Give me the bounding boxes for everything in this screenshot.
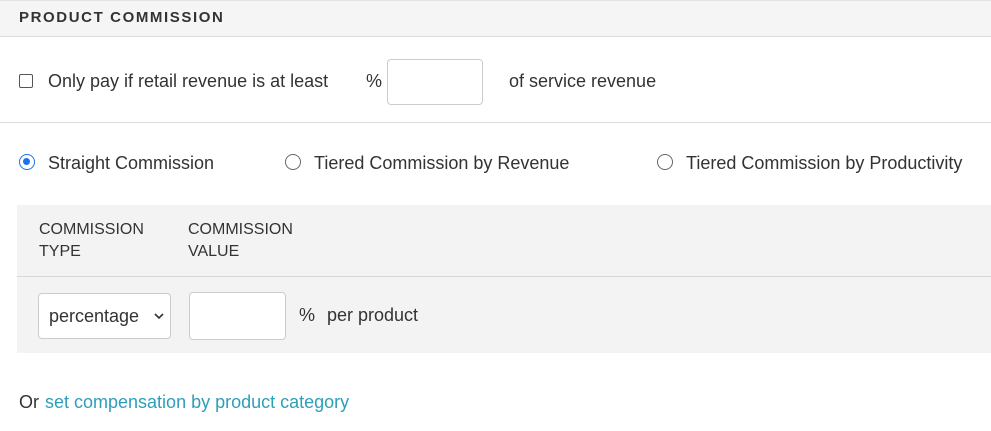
- commission-value-input[interactable]: [189, 292, 286, 340]
- min-retail-percent-input[interactable]: [387, 59, 483, 105]
- header-commission-value: COMMISSION VALUE: [188, 219, 293, 263]
- commission-table: COMMISSION TYPE COMMISSION VALUE percent…: [17, 205, 991, 353]
- commission-unit-text: per product: [327, 305, 419, 325]
- commission-type-selected: percentage: [49, 306, 140, 326]
- tiered-productivity-label[interactable]: Tiered Commission by Productivity: [686, 153, 962, 174]
- min-retail-suffix: of service revenue: [509, 71, 657, 91]
- commission-percent-symbol: %: [299, 305, 316, 325]
- tiered-revenue-label[interactable]: Tiered Commission by Revenue: [314, 153, 569, 174]
- percent-symbol: %: [366, 71, 383, 91]
- header-commission-value-line1: COMMISSION: [188, 221, 293, 238]
- tiered-revenue-radio[interactable]: [285, 154, 301, 170]
- header-commission-value-line2: VALUE: [188, 243, 240, 260]
- chevron-down-icon: [154, 313, 164, 320]
- min-retail-checkbox[interactable]: [19, 74, 33, 88]
- product-commission-panel: PRODUCT COMMISSION Only pay if retail re…: [0, 0, 991, 431]
- section-title: PRODUCT COMMISSION: [19, 9, 225, 26]
- straight-commission-radio[interactable]: [19, 154, 35, 170]
- header-commission-type-line2: TYPE: [39, 243, 81, 260]
- min-retail-label: Only pay if retail revenue is at least: [48, 71, 329, 91]
- table-header-divider: [17, 276, 991, 277]
- header-commission-type: COMMISSION TYPE: [39, 219, 144, 263]
- footer-prefix: Or: [19, 392, 39, 412]
- section-header: PRODUCT COMMISSION: [0, 0, 991, 37]
- set-compensation-by-category-link[interactable]: set compensation by product category: [45, 392, 349, 413]
- commission-type-select[interactable]: percentage: [38, 293, 171, 339]
- min-retail-row: Only pay if retail revenue is at least %…: [0, 37, 991, 123]
- header-commission-type-line1: COMMISSION: [39, 221, 144, 238]
- straight-commission-label[interactable]: Straight Commission: [48, 153, 214, 174]
- tiered-productivity-radio[interactable]: [657, 154, 673, 170]
